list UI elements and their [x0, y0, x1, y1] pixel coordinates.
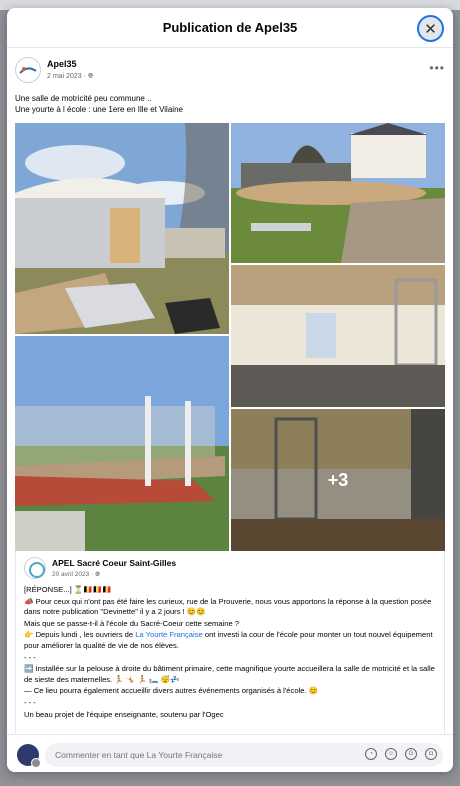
- post-content[interactable]: Apel35 2 mai 2023 · 🌐︎ ••• Une salle de …: [7, 49, 453, 734]
- post-modal: Publication de Apel35 ✕ Apel35 2 mai 202…: [7, 8, 453, 772]
- post-meta: 2 mai 2023 · 🌐︎: [47, 73, 94, 80]
- post-text-line: Une salle de motricité peu commune ..: [15, 94, 152, 103]
- separator: - - -: [24, 697, 36, 707]
- separator: - - -: [24, 652, 36, 662]
- comment-input[interactable]: [55, 750, 305, 760]
- more-photos-overlay[interactable]: +3: [231, 409, 445, 551]
- post-header: Apel35 2 mai 2023 · 🌐︎ •••: [15, 57, 445, 89]
- shared-date[interactable]: 20 avril 2023: [52, 571, 89, 578]
- shared-post-text: [RÉPONSE...] ⏳🇧🇪🇧🇪🇧🇪 📣 Pour ceux qui n'o…: [24, 585, 438, 721]
- shared-meta: 20 avril 2023 · 🌐︎: [52, 571, 101, 578]
- comment-tools: ◔ ☺ G ◘: [365, 748, 437, 760]
- commenter-avatar[interactable]: [17, 744, 41, 768]
- shared-paragraph: — Ce lieu pourra également accueillir di…: [24, 686, 319, 696]
- photo-lattice-frame[interactable]: [15, 336, 229, 551]
- post-author[interactable]: Apel35: [47, 59, 77, 69]
- close-icon: ✕: [424, 20, 437, 38]
- globe-icon: 🌐︎: [95, 571, 101, 578]
- more-options-button[interactable]: •••: [429, 61, 445, 75]
- more-photos-count: +3: [327, 469, 349, 490]
- shared-text-fragment: 👉 Depuis lundi , les ouvriers de: [24, 630, 136, 640]
- sticker-icon[interactable]: ◔: [365, 748, 377, 760]
- author-avatar[interactable]: [15, 57, 41, 83]
- shared-author-avatar[interactable]: [24, 557, 46, 579]
- emoji-icon[interactable]: ☺: [385, 748, 397, 760]
- post-text-line: Une yourte à l école : une 1ere en Ille …: [15, 105, 183, 114]
- shared-post-header: APEL Sacré Coeur Saint-Gilles 20 avril 2…: [24, 557, 434, 583]
- photo-interior-window[interactable]: [231, 265, 445, 407]
- gif-icon[interactable]: G: [405, 748, 417, 760]
- post-date[interactable]: 2 mai 2023: [47, 73, 82, 80]
- comment-footer: ◔ ☺ G ◘: [7, 734, 453, 772]
- shared-paragraph: 📣 Pour ceux qui n'ont pas été faire les …: [24, 596, 432, 617]
- shared-paragraph: Un beau projet de l'équipe enseignante, …: [24, 709, 224, 719]
- close-button[interactable]: ✕: [417, 15, 444, 42]
- globe-icon: 🌐︎: [87, 73, 94, 80]
- shared-paragraph: 👉 Depuis lundi , les ouvriers de La Your…: [24, 630, 438, 651]
- shared-paragraph: ➡️ Installée sur la pelouse à droite du …: [24, 664, 435, 684]
- camera-icon[interactable]: ◘: [425, 748, 437, 760]
- shared-post-card[interactable]: APEL Sacré Coeur Saint-Gilles 20 avril 2…: [15, 551, 445, 734]
- photo-grid: +3: [15, 123, 445, 551]
- la-yourte-francaise-link[interactable]: La Yourte Française: [135, 630, 203, 639]
- shared-paragraph: [RÉPONSE...] ⏳🇧🇪🇧🇪🇧🇪: [24, 585, 112, 594]
- shared-paragraph: Mais que se passe-t-il à l'école du Sacr…: [24, 618, 240, 628]
- photo-platform[interactable]: [231, 123, 445, 263]
- modal-header: Publication de Apel35 ✕: [7, 8, 453, 48]
- comment-box[interactable]: ◔ ☺ G ◘: [45, 743, 443, 767]
- post-text: Une salle de motricité peu commune .. Un…: [15, 93, 445, 115]
- photo-yurt-construction[interactable]: [15, 123, 229, 334]
- photo-interior-scaffold[interactable]: +3: [231, 409, 445, 551]
- modal-title: Publication de Apel35: [162, 20, 298, 35]
- shared-author[interactable]: APEL Sacré Coeur Saint-Gilles: [52, 558, 176, 568]
